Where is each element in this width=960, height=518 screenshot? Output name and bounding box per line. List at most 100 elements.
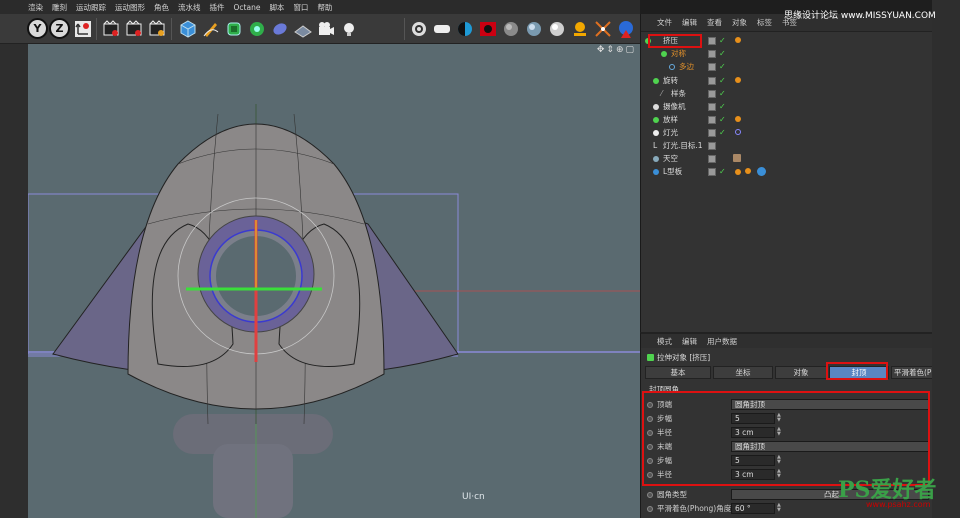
target-tag-icon	[735, 129, 741, 135]
octane-material-icon[interactable]	[454, 18, 475, 39]
material-tag-icon	[735, 169, 741, 175]
viewport-navigation-icons[interactable]: ✥⇕⊕▢	[597, 45, 636, 55]
viewport-watermark: UI·cn	[462, 492, 485, 502]
om-menu-objects[interactable]: 对象	[732, 17, 747, 28]
coordinate-system-icon[interactable]	[72, 18, 93, 39]
octane-target-icon[interactable]	[408, 18, 429, 39]
material-tag-icon	[735, 116, 741, 122]
om-menu-file[interactable]: 文件	[657, 17, 672, 28]
left-tool-strip	[0, 44, 28, 518]
material-tag-icon	[735, 77, 741, 83]
menu-pipeline[interactable]: 流水线	[178, 2, 201, 13]
object-row-camera[interactable]: 摄像机 ✓	[641, 100, 933, 113]
object-name: 放样	[663, 115, 678, 124]
attribute-title: 拉伸对象 [挤压]	[657, 353, 711, 362]
z-axis-button[interactable]: Z	[49, 18, 70, 39]
tab-basic[interactable]: 基本	[645, 366, 711, 379]
menu-character[interactable]: 角色	[154, 2, 169, 13]
3d-viewport[interactable]: ✥⇕⊕▢ UI·cn	[28, 44, 640, 518]
menu-window[interactable]: 窗口	[293, 2, 308, 13]
y-axis-button[interactable]: Y	[27, 18, 48, 39]
object-name: 多边	[679, 62, 694, 71]
menu-plugins[interactable]: 插件	[210, 2, 225, 13]
extrude-object-icon	[647, 354, 654, 361]
menu-help[interactable]: 帮助	[317, 2, 332, 13]
camera-icon	[653, 104, 659, 110]
object-row-loft[interactable]: 放样 ✓	[641, 113, 933, 126]
attribute-tabs: 基本 坐标 对象 封顶 平滑着色(Ph	[645, 366, 935, 379]
phong-tag-icon	[757, 167, 766, 176]
object-row-l-board[interactable]: L型板 ✓	[641, 165, 933, 178]
render-settings-icon[interactable]	[146, 18, 167, 39]
menu-sculpt[interactable]: 雕刻	[52, 2, 67, 13]
om-menu-view[interactable]: 查看	[707, 17, 722, 28]
loft-icon	[653, 117, 659, 123]
menu-render[interactable]: 渲染	[28, 2, 43, 13]
cloner-icon[interactable]	[246, 18, 267, 39]
object-row-light-target[interactable]: L 灯光.目标.1	[641, 139, 933, 152]
phong-angle-field[interactable]: 60 °	[731, 503, 775, 514]
param-label: 平滑着色(Phong)角度	[657, 504, 732, 513]
main-menubar: 渲染 雕刻 运动跟踪 运动图形 角色 流水线 插件 Octane 脚本 窗口 帮…	[0, 0, 640, 14]
stepper-icon[interactable]: ▲ ▼	[777, 503, 781, 513]
menu-motion-tracking[interactable]: 运动跟踪	[76, 2, 106, 13]
menu-mograph[interactable]: 运动图形	[115, 2, 145, 13]
am-menu-user-data[interactable]: 用户数据	[707, 336, 737, 347]
object-row-lathe[interactable]: 旋转 ✓	[641, 74, 933, 87]
octane-camera-icon[interactable]	[477, 18, 498, 39]
material-sphere-blue-icon[interactable]	[523, 18, 544, 39]
material-sphere-white-icon[interactable]	[546, 18, 567, 39]
object-name: L型板	[663, 167, 683, 176]
sky-icon	[653, 156, 659, 162]
menu-script[interactable]: 脚本	[269, 2, 284, 13]
object-row-polygon[interactable]: 多边 ✓	[641, 60, 933, 73]
object-row-light[interactable]: 灯光 ✓	[641, 126, 933, 139]
object-row-sky[interactable]: 天空	[641, 152, 933, 165]
am-menu-mode[interactable]: 模式	[657, 336, 672, 347]
cube-icon[interactable]	[177, 18, 198, 39]
render-to-picture-viewer-icon[interactable]	[123, 18, 144, 39]
menu-octane[interactable]: Octane	[234, 3, 261, 12]
highlight-extrude-row	[648, 34, 702, 48]
material-tag-icon	[745, 168, 751, 174]
emitter-icon[interactable]	[592, 18, 613, 39]
camera-icon[interactable]	[315, 18, 336, 39]
lathe-icon	[653, 78, 659, 84]
object-name: 样条	[671, 89, 686, 98]
symmetry-icon	[661, 51, 667, 57]
material-sphere-gray-icon[interactable]	[500, 18, 521, 39]
light-icon	[653, 130, 659, 136]
render-view-icon[interactable]	[100, 18, 121, 39]
om-menu-edit[interactable]: 编辑	[682, 17, 697, 28]
om-menu-tags[interactable]: 标签	[757, 17, 772, 28]
polygon-icon	[669, 64, 675, 70]
tab-phong[interactable]: 平滑着色(Ph	[891, 366, 935, 379]
object-row-symmetry[interactable]: 对称 ✓	[641, 47, 933, 60]
object-name: 天空	[663, 154, 678, 163]
object-name: 摄像机	[663, 102, 686, 111]
object-name: 灯光.目标.1	[663, 141, 703, 150]
deformer-icon[interactable]	[269, 18, 290, 39]
attribute-manager-menu: 模式 编辑 用户数据	[641, 334, 932, 348]
tab-object[interactable]: 对象	[775, 366, 827, 379]
sun-light-icon[interactable]	[569, 18, 590, 39]
tab-coord[interactable]: 坐标	[713, 366, 773, 379]
object-name: 旋转	[663, 76, 678, 85]
octane-area-light-icon[interactable]	[431, 18, 452, 39]
object-manager-panel: 文件 编辑 查看 对象 标签 书签 挤压 ✓ 对称 ✓ 多边 ✓ 旋转 ✓ ⁄ …	[640, 14, 932, 332]
param-label: 圆角类型	[657, 490, 687, 499]
main-toolbar: Y Z	[0, 14, 640, 44]
texture-tag-icon	[733, 154, 741, 162]
light-icon[interactable]	[338, 18, 359, 39]
subdivision-surface-icon[interactable]	[223, 18, 244, 39]
viewport-scene	[28, 104, 640, 518]
material-tag-icon	[735, 37, 741, 43]
watermark-top: 思缘设计论坛 www.MISSYUAN.COM	[784, 11, 936, 21]
object-name: 对称	[671, 49, 686, 58]
am-menu-edit[interactable]: 编辑	[682, 336, 697, 347]
octane-render-icon[interactable]	[615, 18, 636, 39]
pen-spline-icon[interactable]	[200, 18, 221, 39]
floor-icon[interactable]	[292, 18, 313, 39]
object-row-spline[interactable]: ⁄ 样条 ✓	[641, 87, 933, 100]
highlight-caps-tab	[826, 362, 888, 380]
